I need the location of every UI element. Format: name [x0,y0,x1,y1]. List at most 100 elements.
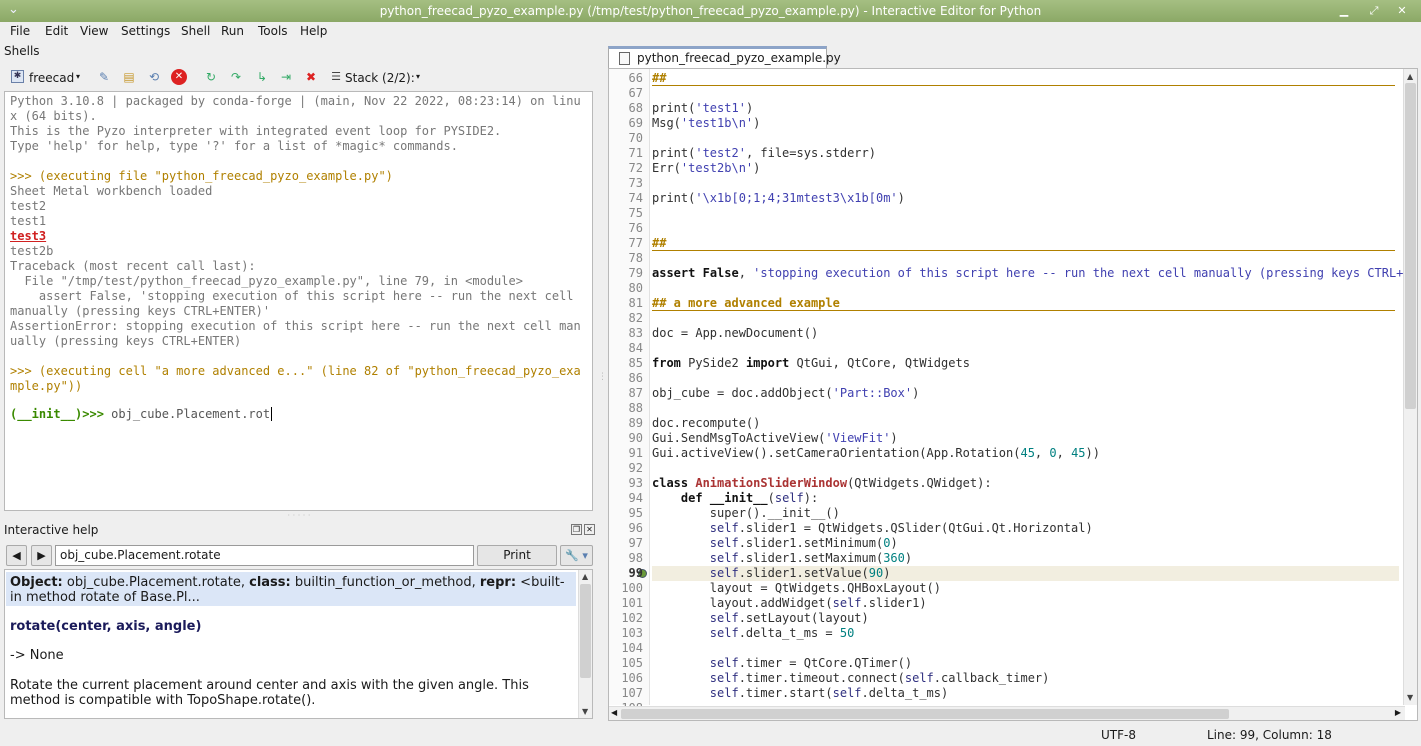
code-line[interactable]: print('test1') [652,101,753,116]
editor-hscrollbar-thumb[interactable] [621,709,1229,719]
help-dock-title: Interactive help [4,523,99,537]
scroll-down-icon[interactable]: ▼ [1407,693,1413,702]
menu-help[interactable]: Help [300,24,327,38]
dock-splitter[interactable]: · · · · · [4,512,594,520]
code-line[interactable]: ## [652,71,666,86]
code-line[interactable]: class AnimationSliderWindow(QtWidgets.QW… [652,476,992,491]
code-line[interactable]: self.slider1.setValue(90) [652,566,891,581]
code-line[interactable]: super().__init__() [652,506,840,521]
debug-step-out-icon[interactable]: ⇥ [278,69,294,85]
window-title: python_freecad_pyzo_example.py (/tmp/tes… [379,4,1042,18]
help-back-button[interactable]: ◀ [6,545,27,566]
shell-output-line: manually (pressing keys CTRL+ENTER)' [10,304,271,318]
shell-select[interactable]: freecad [29,71,74,85]
line-number: 104 [621,641,643,655]
editor-vscrollbar[interactable]: ▲ ▼ [1403,69,1417,705]
menu-file[interactable]: File [10,24,30,38]
shell-prompt-line[interactable]: (__init__)>>> obj_cube.Placement.rot [10,407,273,422]
restore-icon[interactable]: ⤢ [1366,3,1382,19]
code-line[interactable]: self.timer = QtCore.QTimer() [652,656,912,671]
code-line[interactable]: print('test2', file=sys.stderr) [652,146,876,161]
scroll-up-icon[interactable]: ▲ [582,572,588,581]
stack-dropdown-icon[interactable]: ▾ [416,72,420,81]
menu-view[interactable]: View [80,24,108,38]
menu-settings[interactable]: Settings [121,24,170,38]
debug-continue-icon[interactable]: ↻ [203,69,219,85]
debug-step-into-icon[interactable]: ↳ [254,69,270,85]
code-line[interactable]: self.slider1.setMinimum(0) [652,536,898,551]
help-float-icon[interactable]: ❐ [571,524,582,535]
code-line[interactable]: self.timer.timeout.connect(self.callback… [652,671,1050,686]
menu-shell[interactable]: Shell [181,24,210,38]
code-line[interactable]: layout = QtWidgets.QHBoxLayout() [652,581,941,596]
code-line[interactable]: self.delta_t_ms = 50 [652,626,855,641]
line-number: 67 [628,86,643,100]
help-object-value: obj_cube.Placement.rotate, [62,575,250,590]
code-line[interactable]: self.setLayout(layout) [652,611,869,626]
shell-output-line: assert False, 'stopping execution of thi… [10,289,574,303]
code-line[interactable]: doc = App.newDocument() [652,326,818,341]
help-forward-button[interactable]: ▶ [31,545,52,566]
minimize-icon[interactable]: ▁ [1336,3,1352,19]
code-line[interactable]: from PySide2 import QtGui, QtCore, QtWid… [652,356,970,371]
code-line[interactable]: ## a more advanced example [652,296,840,311]
code-area[interactable]: ## print('test1') Msg('test1b\n') print('te… [652,69,1404,705]
shell-dropdown-icon[interactable]: ▾ [76,72,80,81]
help-options-button[interactable]: 🔧 ▾ [560,545,593,566]
shell-refresh-icon[interactable]: ⟲ [146,69,162,85]
code-line[interactable]: doc.recompute() [652,416,760,431]
code-editor[interactable]: 66 67 68 69 70 71 72 73 74 75 76 77 78 79 80 81 82 83 84 85… [608,68,1418,721]
code-line[interactable]: print('\x1b[0;1;4;31mtest3\x1b[0m') [652,191,905,206]
line-number: 69 [628,116,643,130]
line-number: 77 [628,236,643,250]
code-line[interactable]: layout.addWidget(self.slider1) [652,596,927,611]
code-line[interactable]: def __init__(self): [652,491,818,506]
scroll-left-icon[interactable]: ◀ [611,708,617,717]
stack-label[interactable]: Stack (2/2): [345,71,415,85]
editor-vscrollbar-thumb[interactable] [1405,83,1416,409]
help-search-input[interactable]: obj_cube.Placement.rotate [55,545,474,566]
tab-python-freecad-pyzo-example[interactable]: python_freecad_pyzo_example.py [608,46,841,68]
scroll-down-icon[interactable]: ▼ [582,707,588,716]
shell-output-line: test1 [10,214,47,228]
code-line[interactable]: Msg('test1b\n') [652,116,760,131]
help-print-button[interactable]: Print [477,545,557,566]
help-scrollbar[interactable]: ▲ ▼ [578,570,592,718]
shell-edit-icon[interactable]: ✎ [96,69,112,85]
line-number: 95 [628,506,643,520]
menu-edit[interactable]: Edit [45,24,68,38]
menu-tools[interactable]: Tools [258,24,288,38]
help-content[interactable]: Object: obj_cube.Placement.rotate, class… [4,569,593,719]
menu-run[interactable]: Run [221,24,244,38]
line-number: 87 [628,386,643,400]
code-line[interactable]: self.slider1 = QtWidgets.QSlider(QtGui.Q… [652,521,1093,536]
shell-config-icon[interactable]: ▤ [121,69,137,85]
scroll-up-icon[interactable]: ▲ [1407,72,1413,81]
code-line[interactable]: self.timer.start(self.delta_t_ms) [652,686,948,701]
help-close-icon[interactable]: ✕ [584,524,595,535]
code-line[interactable]: assert False, 'stopping execution of thi… [652,266,1403,281]
shell-input[interactable]: obj_cube.Placement.rot [104,407,270,421]
shell-console[interactable]: (__init__)>>> obj_cube.Placement.rot Pyt… [4,91,593,511]
text-cursor [271,407,273,421]
wrench-icon: 🔧 [565,549,579,562]
code-line[interactable]: ## [652,236,666,251]
line-number: 107 [621,686,643,700]
debug-step-over-icon[interactable]: ↷ [228,69,244,85]
editor-hscrollbar[interactable]: ◀ ▶ [609,706,1405,720]
close-window-icon[interactable]: ✕ [1394,3,1410,19]
debug-stop-icon[interactable]: ✖ [303,69,319,85]
shell-terminate-icon[interactable]: ✕ [171,69,187,85]
shell-output-line: >>> (executing file "python_freecad_pyzo… [10,169,393,183]
code-line[interactable]: Gui.SendMsgToActiveView('ViewFit') [652,431,898,446]
code-line[interactable]: Gui.activeView().setCameraOrientation(Ap… [652,446,1100,461]
window-titlebar[interactable]: ⌄ python_freecad_pyzo_example.py (/tmp/t… [0,0,1421,22]
code-line[interactable]: Err('test2b\n') [652,161,760,176]
code-line[interactable]: obj_cube = doc.addObject('Part::Box') [652,386,919,401]
line-number-gutter[interactable]: 66 67 68 69 70 71 72 73 74 75 76 77 78 79 80 81 82 83 84 85… [609,69,649,715]
code-line[interactable]: self.slider1.setMaximum(360) [652,551,912,566]
main-splitter[interactable]: ⋮ [598,372,607,382]
scroll-right-icon[interactable]: ▶ [1395,708,1401,717]
file-icon [619,52,630,65]
help-scrollbar-thumb[interactable] [580,584,591,678]
